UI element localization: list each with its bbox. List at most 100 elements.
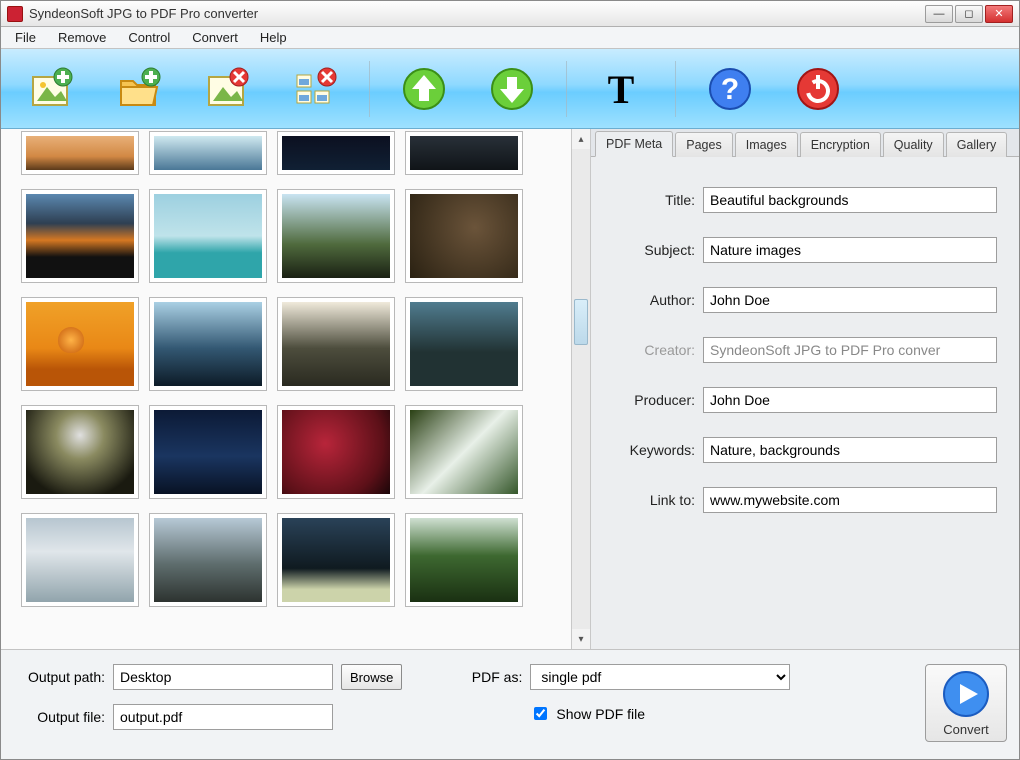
add-folder-icon: [115, 65, 163, 113]
remove-image-button[interactable]: [187, 59, 267, 119]
menu-file[interactable]: File: [5, 28, 46, 47]
tab-quality[interactable]: Quality: [883, 132, 944, 157]
convert-label: Convert: [943, 722, 989, 737]
toolbar: T ?: [1, 49, 1019, 129]
title-label: Title:: [605, 192, 695, 208]
tabs: PDF Meta Pages Images Encryption Quality…: [591, 129, 1019, 157]
show-pdf-checkbox[interactable]: [534, 707, 547, 720]
arrow-down-icon: [488, 65, 536, 113]
thumbnail[interactable]: [277, 189, 395, 283]
scroll-down-arrow[interactable]: ▾: [572, 629, 590, 649]
power-button[interactable]: [778, 59, 858, 119]
thumbnail[interactable]: [277, 131, 395, 175]
tab-gallery[interactable]: Gallery: [946, 132, 1008, 157]
convert-button[interactable]: Convert: [925, 664, 1007, 742]
tab-images[interactable]: Images: [735, 132, 798, 157]
toolbar-separator: [369, 61, 370, 117]
thumbnail[interactable]: [405, 131, 523, 175]
title-input[interactable]: [703, 187, 997, 213]
help-icon: ?: [706, 65, 754, 113]
scroll-grip[interactable]: [574, 299, 588, 345]
thumbnail[interactable]: [405, 513, 523, 607]
thumbnail[interactable]: [277, 405, 395, 499]
svg-text:?: ?: [721, 73, 739, 106]
thumbnail[interactable]: [149, 131, 267, 175]
thumbnail[interactable]: [21, 513, 139, 607]
thumbnail[interactable]: [149, 297, 267, 391]
properties-pane: PDF Meta Pages Images Encryption Quality…: [591, 129, 1019, 649]
menu-help[interactable]: Help: [250, 28, 297, 47]
thumbnail[interactable]: [405, 405, 523, 499]
tab-pdf-meta[interactable]: PDF Meta: [595, 131, 673, 157]
output-path-input[interactable]: [113, 664, 333, 690]
scroll-up-arrow[interactable]: ▴: [572, 129, 590, 149]
keywords-label: Keywords:: [605, 442, 695, 458]
thumbnail[interactable]: [21, 189, 139, 283]
keywords-input[interactable]: [703, 437, 997, 463]
subject-label: Subject:: [605, 242, 695, 258]
move-up-button[interactable]: [384, 59, 464, 119]
tab-pages[interactable]: Pages: [675, 132, 732, 157]
help-button[interactable]: ?: [690, 59, 770, 119]
tab-encryption[interactable]: Encryption: [800, 132, 881, 157]
thumbnail[interactable]: [21, 297, 139, 391]
author-input[interactable]: [703, 287, 997, 313]
thumbnail[interactable]: [149, 405, 267, 499]
output-path-label: Output path:: [13, 669, 105, 685]
toolbar-separator: [566, 61, 567, 117]
maximize-button[interactable]: ◻: [955, 5, 983, 23]
window-title: SyndeonSoft JPG to PDF Pro converter: [29, 6, 919, 21]
thumbnail[interactable]: [277, 297, 395, 391]
window-buttons: — ◻ ✕: [925, 5, 1013, 23]
menu-remove[interactable]: Remove: [48, 28, 116, 47]
text-icon: T: [597, 65, 645, 113]
remove-all-button[interactable]: [275, 59, 355, 119]
linkto-input[interactable]: [703, 487, 997, 513]
thumbnail[interactable]: [277, 513, 395, 607]
producer-input[interactable]: [703, 387, 997, 413]
thumbnail[interactable]: [405, 297, 523, 391]
pdf-meta-form: Title: Subject: Author: Creator: Produce…: [591, 157, 1019, 649]
menu-control[interactable]: Control: [118, 28, 180, 47]
creator-input: [703, 337, 997, 363]
remove-all-icon: [291, 65, 339, 113]
menu-convert[interactable]: Convert: [182, 28, 248, 47]
thumbnail-grid: [1, 129, 571, 649]
svg-text:T: T: [608, 67, 635, 112]
titlebar: SyndeonSoft JPG to PDF Pro converter — ◻…: [1, 1, 1019, 27]
toolbar-separator: [675, 61, 676, 117]
subject-input[interactable]: [703, 237, 997, 263]
browse-button[interactable]: Browse: [341, 664, 402, 690]
close-button[interactable]: ✕: [985, 5, 1013, 23]
add-folder-button[interactable]: [99, 59, 179, 119]
thumbnail[interactable]: [21, 131, 139, 175]
thumbnail[interactable]: [149, 189, 267, 283]
menubar: File Remove Control Convert Help: [1, 27, 1019, 49]
pdfas-label: PDF as:: [462, 669, 522, 685]
creator-label: Creator:: [605, 342, 695, 358]
power-icon: [794, 65, 842, 113]
output-file-input[interactable]: [113, 704, 333, 730]
thumbnail[interactable]: [405, 189, 523, 283]
show-pdf-label: Show PDF file: [556, 706, 645, 722]
play-icon: [942, 670, 990, 718]
app-icon: [7, 6, 23, 22]
thumbnail[interactable]: [149, 513, 267, 607]
content-area: ▴ ▾ PDF Meta Pages Images Encryption Qua…: [1, 129, 1019, 649]
add-image-icon: [27, 65, 75, 113]
author-label: Author:: [605, 292, 695, 308]
producer-label: Producer:: [605, 392, 695, 408]
text-button[interactable]: T: [581, 59, 661, 119]
app-window: SyndeonSoft JPG to PDF Pro converter — ◻…: [0, 0, 1020, 760]
scrollbar-vertical[interactable]: ▴ ▾: [571, 129, 591, 649]
move-down-button[interactable]: [472, 59, 552, 119]
add-image-button[interactable]: [11, 59, 91, 119]
pdfas-select[interactable]: single pdf: [530, 664, 790, 690]
bottom-bar: Output path: Browse Output file: PDF as:…: [1, 649, 1019, 759]
output-file-label: Output file:: [13, 709, 105, 725]
remove-image-icon: [203, 65, 251, 113]
linkto-label: Link to:: [605, 492, 695, 508]
arrow-up-icon: [400, 65, 448, 113]
thumbnail[interactable]: [21, 405, 139, 499]
minimize-button[interactable]: —: [925, 5, 953, 23]
